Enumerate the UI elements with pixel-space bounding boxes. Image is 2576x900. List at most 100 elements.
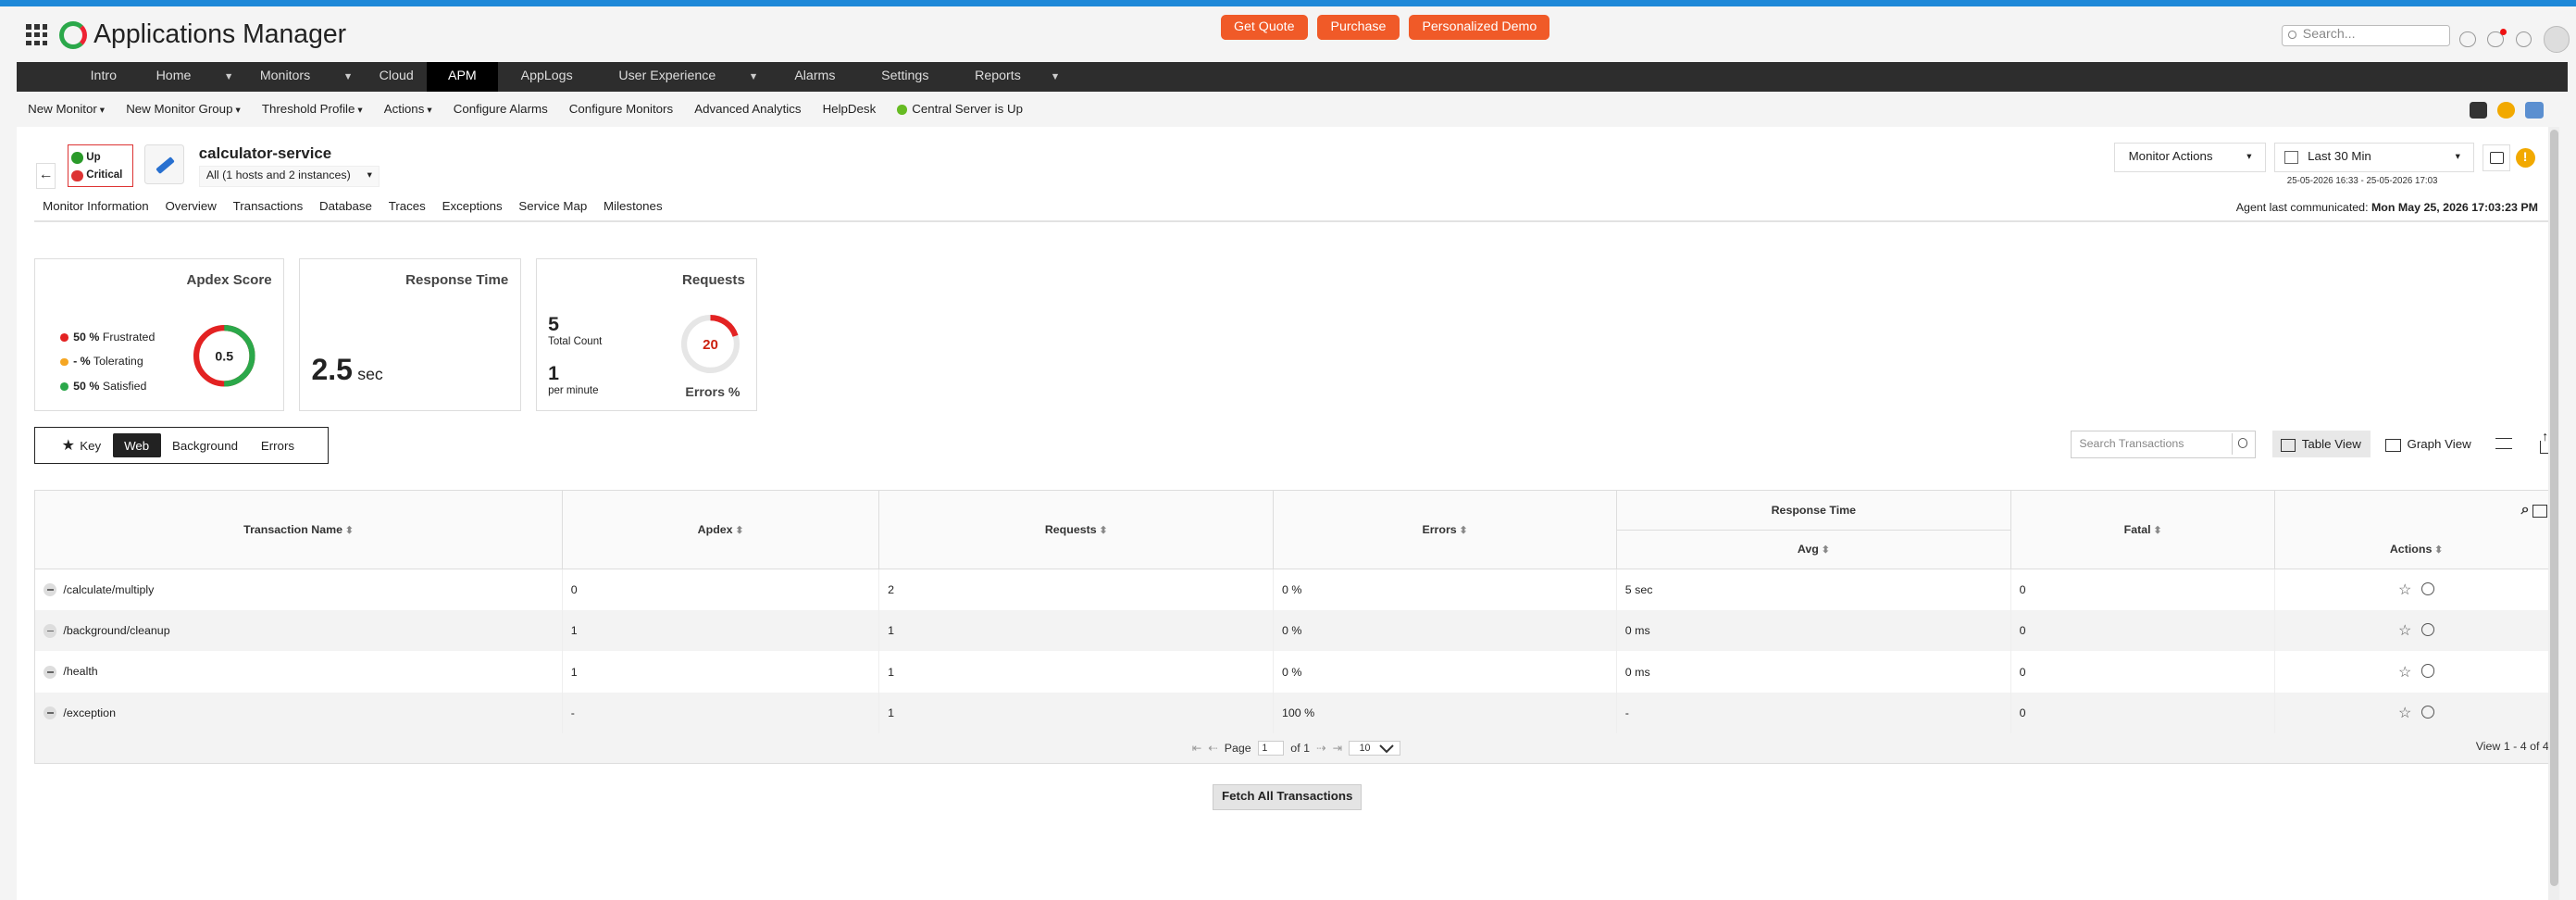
table-row[interactable]: /calculate/multiply 0 2 0 % 5 sec 0 ☆ (34, 569, 2558, 610)
tab-milestones[interactable]: Milestones (595, 195, 670, 221)
camera-icon[interactable] (2483, 144, 2511, 171)
tab-transactions[interactable]: Transactions (224, 195, 312, 222)
star-icon[interactable]: ☆ (2398, 621, 2411, 640)
collapse-icon[interactable] (44, 665, 57, 679)
critical-icon (71, 169, 83, 182)
nav-apm[interactable]: APM (426, 62, 498, 93)
col-transaction-name[interactable]: Transaction Name (34, 490, 563, 570)
transaction-name[interactable]: /health (63, 665, 97, 678)
table-row[interactable]: /background/cleanup 1 1 0 % 0 ms 0 ☆ (34, 610, 2558, 652)
helpdesk-link[interactable]: HelpDesk (823, 102, 877, 116)
back-arrow-icon[interactable]: ← (36, 162, 56, 190)
collapse-icon[interactable] (44, 624, 57, 638)
cell-apdex: 0 (562, 569, 880, 610)
help-icon[interactable] (2515, 31, 2532, 48)
server-status: Central Server is Up (897, 102, 1023, 116)
filter-key[interactable]: ★ Key (50, 431, 112, 460)
graph-view-button[interactable]: Graph View (2378, 431, 2482, 457)
tab-traces[interactable]: Traces (380, 195, 434, 221)
nav-user-experience[interactable]: User Experience ▼ (605, 62, 771, 92)
print-icon[interactable] (2525, 102, 2544, 119)
theme-icon[interactable] (2496, 102, 2516, 119)
response-time-value: 2.5 sec (311, 353, 382, 387)
get-quote-button[interactable]: Get Quote (1220, 14, 1308, 40)
alarm-clock-icon[interactable] (2420, 581, 2435, 596)
star-icon[interactable]: ☆ (2398, 663, 2411, 681)
nav-home[interactable]: Home ▼ (143, 62, 246, 92)
nav-applogs[interactable]: AppLogs (498, 62, 596, 92)
alarm-clock-icon[interactable] (2420, 705, 2435, 719)
time-period-dropdown[interactable]: Last 30 Min (2273, 143, 2475, 173)
col-fatal[interactable]: Fatal (2010, 490, 2276, 570)
advanced-analytics-link[interactable]: Advanced Analytics (694, 102, 801, 116)
avatar[interactable] (2543, 26, 2570, 53)
filter-background[interactable]: Background (161, 433, 250, 457)
transaction-name[interactable]: /exception (63, 706, 116, 719)
filter-errors[interactable]: Errors (249, 433, 305, 457)
configure-alarms-link[interactable]: Configure Alarms (454, 102, 548, 116)
bell-icon[interactable] (2487, 29, 2507, 48)
tab-monitor-information[interactable]: Monitor Information (34, 195, 156, 221)
col-requests[interactable]: Requests (878, 490, 1275, 570)
actions-menu[interactable]: Actions (384, 102, 432, 116)
column-settings-icon[interactable] (2495, 434, 2514, 454)
alarm-clock-icon[interactable] (2420, 622, 2435, 637)
apps-grid-icon[interactable] (26, 24, 48, 46)
search-placeholder: Search... (2302, 26, 2356, 42)
tab-database[interactable]: Database (311, 195, 380, 221)
nav-cloud[interactable]: Cloud (366, 62, 426, 92)
col-apdex[interactable]: Apdex (562, 490, 880, 570)
personalized-demo-button[interactable]: Personalized Demo (1409, 14, 1550, 40)
purchase-button[interactable]: Purchase (1317, 14, 1400, 40)
page-number-input[interactable] (1257, 740, 1285, 756)
columns-icon[interactable] (2532, 504, 2548, 518)
tab-overview[interactable]: Overview (157, 195, 225, 221)
alarm-clock-icon[interactable] (2420, 664, 2435, 678)
satisfied-label: Satisfied (102, 379, 147, 393)
new-monitor-menu[interactable]: New Monitor (28, 102, 105, 116)
tab-exceptions[interactable]: Exceptions (434, 195, 511, 221)
configure-monitors-link[interactable]: Configure Monitors (569, 102, 673, 116)
next-page-icon[interactable]: ⇢ (1316, 741, 1325, 755)
transaction-name[interactable]: /background/cleanup (63, 624, 169, 637)
fetch-all-transactions-button[interactable]: Fetch All Transactions (1212, 783, 1363, 811)
collapse-icon[interactable] (44, 706, 57, 720)
page-size-select[interactable]: 10 (1349, 740, 1401, 756)
host-selector[interactable]: All (1 hosts and 2 instances) (198, 166, 380, 188)
scrollbar[interactable] (2548, 126, 2560, 900)
headset-icon[interactable] (2459, 31, 2476, 48)
nav-settings[interactable]: Settings (858, 62, 952, 92)
table-view-button[interactable]: Table View (2271, 431, 2371, 458)
nav-alarms[interactable]: Alarms (771, 62, 858, 92)
first-page-icon[interactable]: ⇤ (1192, 741, 1201, 755)
filter-web[interactable]: Web (112, 433, 161, 457)
warning-icon[interactable]: ! (2515, 147, 2535, 169)
monitor-actions-dropdown[interactable]: Monitor Actions (2114, 143, 2266, 173)
nav-monitors[interactable]: Monitors ▼ (247, 62, 367, 92)
main-nav: Intro Home ▼ Monitors ▼ Cloud APM AppLogs … (16, 62, 2569, 93)
col-errors[interactable]: Errors (1273, 490, 1617, 570)
table-search-icon[interactable]: ⌕ (2521, 502, 2530, 518)
search-transactions-input[interactable]: Search Transactions (2070, 431, 2257, 459)
collapse-icon[interactable] (44, 583, 57, 597)
scrollbar-thumb[interactable] (2549, 130, 2558, 886)
total-count: 5 (548, 313, 559, 336)
threshold-profile-menu[interactable]: Threshold Profile (262, 102, 363, 116)
tab-service-map[interactable]: Service Map (511, 195, 596, 221)
prev-page-icon[interactable]: ⇠ (1208, 741, 1217, 755)
global-search-input[interactable]: Search... (2282, 24, 2450, 46)
col-avg[interactable]: Avg (1616, 530, 2011, 570)
settings-icon[interactable] (2469, 102, 2488, 119)
transaction-name[interactable]: /calculate/multiply (63, 583, 154, 596)
nav-intro[interactable]: Intro (77, 62, 130, 92)
search-icon[interactable] (2232, 432, 2253, 455)
nav-reports[interactable]: Reports ▼ (952, 62, 1083, 92)
table-row[interactable]: /exception - 1 100 % - 0 ☆ (34, 692, 2558, 734)
view-info: View 1 - 4 of 4 (2475, 740, 2549, 754)
new-monitor-group-menu[interactable]: New Monitor Group (126, 102, 241, 116)
cell-name: /background/cleanup (34, 610, 563, 652)
star-icon[interactable]: ☆ (2398, 704, 2411, 722)
star-icon[interactable]: ☆ (2398, 581, 2411, 599)
table-row[interactable]: /health 1 1 0 % 0 ms 0 ☆ (34, 651, 2558, 693)
last-page-icon[interactable]: ⇥ (1333, 741, 1342, 755)
